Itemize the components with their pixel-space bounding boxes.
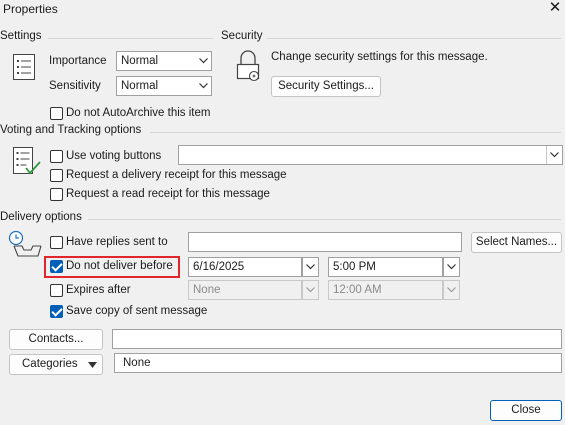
delivery-clock-tray-icon [8, 230, 42, 260]
voting-checklist-icon [12, 146, 42, 178]
expires-time-dropdown-button[interactable] [443, 280, 460, 300]
replies-to-value [189, 236, 193, 248]
chevron-down-icon [306, 284, 315, 296]
contacts-value [113, 333, 117, 345]
window-title: Properties [3, 2, 58, 16]
security-section-title: Security [221, 30, 263, 42]
read-receipt-label: Request a read receipt for this message [66, 188, 270, 200]
expires-date-dropdown-button[interactable] [302, 280, 319, 300]
save-copy-label: Save copy of sent message [66, 305, 208, 317]
chevron-down-icon [546, 146, 562, 164]
voting-section-title: Voting and Tracking options [0, 124, 142, 136]
sensitivity-dropdown[interactable]: Normal [116, 76, 212, 96]
security-divider [267, 38, 561, 39]
do-not-deliver-before-label: Do not deliver before [66, 260, 173, 272]
chevron-down-icon [195, 52, 211, 70]
close-button[interactable]: Close [490, 400, 562, 421]
save-copy-checkbox[interactable] [50, 305, 63, 318]
importance-dropdown[interactable]: Normal [116, 51, 212, 71]
defer-time-value: 5:00 PM [333, 261, 376, 273]
chevron-down-icon [306, 261, 315, 273]
use-voting-label: Use voting buttons [66, 150, 162, 162]
delivery-divider [88, 219, 561, 220]
read-receipt-checkbox[interactable] [50, 188, 63, 201]
lock-icon [234, 49, 262, 83]
delivery-section-title: Delivery options [0, 211, 82, 223]
defer-date-value: 6/16/2025 [193, 261, 245, 273]
voting-divider [150, 132, 561, 133]
contacts-button[interactable]: Contacts... [9, 329, 103, 350]
delivery-receipt-label: Request a delivery receipt for this mess… [66, 169, 287, 181]
use-voting-checkbox[interactable] [50, 150, 63, 163]
importance-label: Importance [49, 55, 107, 67]
defer-date-dropdown-button[interactable] [302, 257, 319, 277]
autoarchive-label: Do not AutoArchive this item [66, 107, 211, 119]
categories-button[interactable]: Categories [9, 354, 103, 375]
close-window-icon[interactable]: ✕ [546, 0, 564, 17]
expires-date-value: None [193, 284, 221, 296]
chevron-down-icon [447, 284, 456, 296]
expires-time-value: 12:00 AM [333, 284, 382, 296]
sensitivity-value: Normal [121, 80, 159, 92]
security-settings-button[interactable]: Security Settings... [271, 76, 381, 97]
chevron-down-icon [195, 77, 211, 95]
have-replies-label: Have replies sent to [66, 236, 168, 248]
categories-button-label: Categories [22, 358, 78, 370]
importance-value: Normal [121, 55, 159, 67]
categories-value: None [123, 357, 151, 369]
expires-time-field[interactable]: 12:00 AM [328, 280, 443, 300]
properties-list-icon [12, 53, 36, 81]
replies-to-input[interactable] [188, 232, 462, 252]
expires-after-checkbox[interactable] [50, 284, 63, 297]
autoarchive-checkbox[interactable] [50, 107, 63, 120]
defer-time-dropdown-button[interactable] [443, 257, 460, 277]
defer-date-field[interactable]: 6/16/2025 [188, 257, 302, 277]
sensitivity-label: Sensitivity [49, 80, 101, 92]
chevron-down-icon [447, 261, 456, 273]
voting-buttons-dropdown[interactable] [178, 145, 563, 165]
categories-input[interactable]: None [114, 353, 562, 373]
security-description: Change security settings for this messag… [271, 51, 488, 63]
do-not-deliver-before-checkbox[interactable] [50, 260, 63, 273]
contacts-input[interactable] [112, 329, 562, 349]
delivery-receipt-checkbox[interactable] [50, 169, 63, 182]
expires-after-label: Expires after [66, 284, 131, 296]
caret-down-icon [88, 362, 97, 368]
have-replies-checkbox[interactable] [50, 236, 63, 249]
settings-divider [48, 38, 213, 39]
expires-date-field[interactable]: None [188, 280, 302, 300]
settings-section-title: Settings [0, 30, 42, 42]
defer-time-field[interactable]: 5:00 PM [328, 257, 443, 277]
select-names-button[interactable]: Select Names... [471, 232, 562, 253]
